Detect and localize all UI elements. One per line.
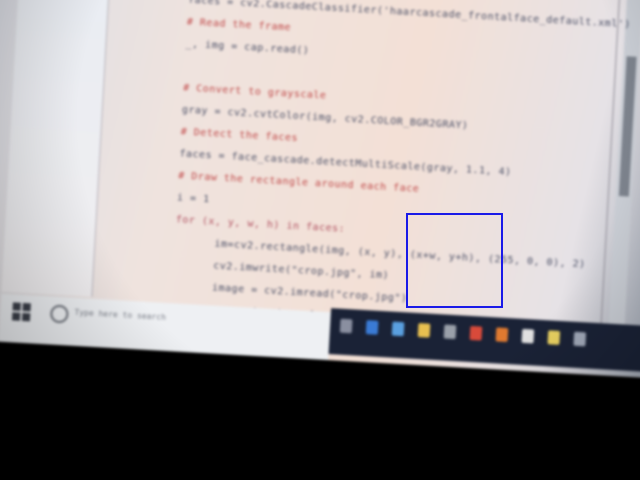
store-icon[interactable] xyxy=(443,324,457,340)
selection-rectangle xyxy=(406,213,503,308)
file-explorer-icon[interactable] xyxy=(417,323,431,338)
monitor-screen: faces = cv2.CascadeClassifier('haarcasca… xyxy=(0,0,640,379)
edge-icon[interactable] xyxy=(365,320,379,335)
chrome-icon[interactable] xyxy=(469,325,483,341)
app-icon[interactable] xyxy=(547,330,561,345)
task-view-icon[interactable] xyxy=(339,318,353,334)
app-icon[interactable] xyxy=(521,328,535,344)
app-icon[interactable] xyxy=(573,331,587,347)
windows-start-icon[interactable] xyxy=(10,300,33,323)
photo-scene: faces = cv2.CascadeClassifier('haarcasca… xyxy=(0,0,640,480)
firefox-icon[interactable] xyxy=(495,327,509,343)
mail-icon[interactable] xyxy=(391,321,405,337)
taskbar-icon-strip xyxy=(328,308,640,373)
